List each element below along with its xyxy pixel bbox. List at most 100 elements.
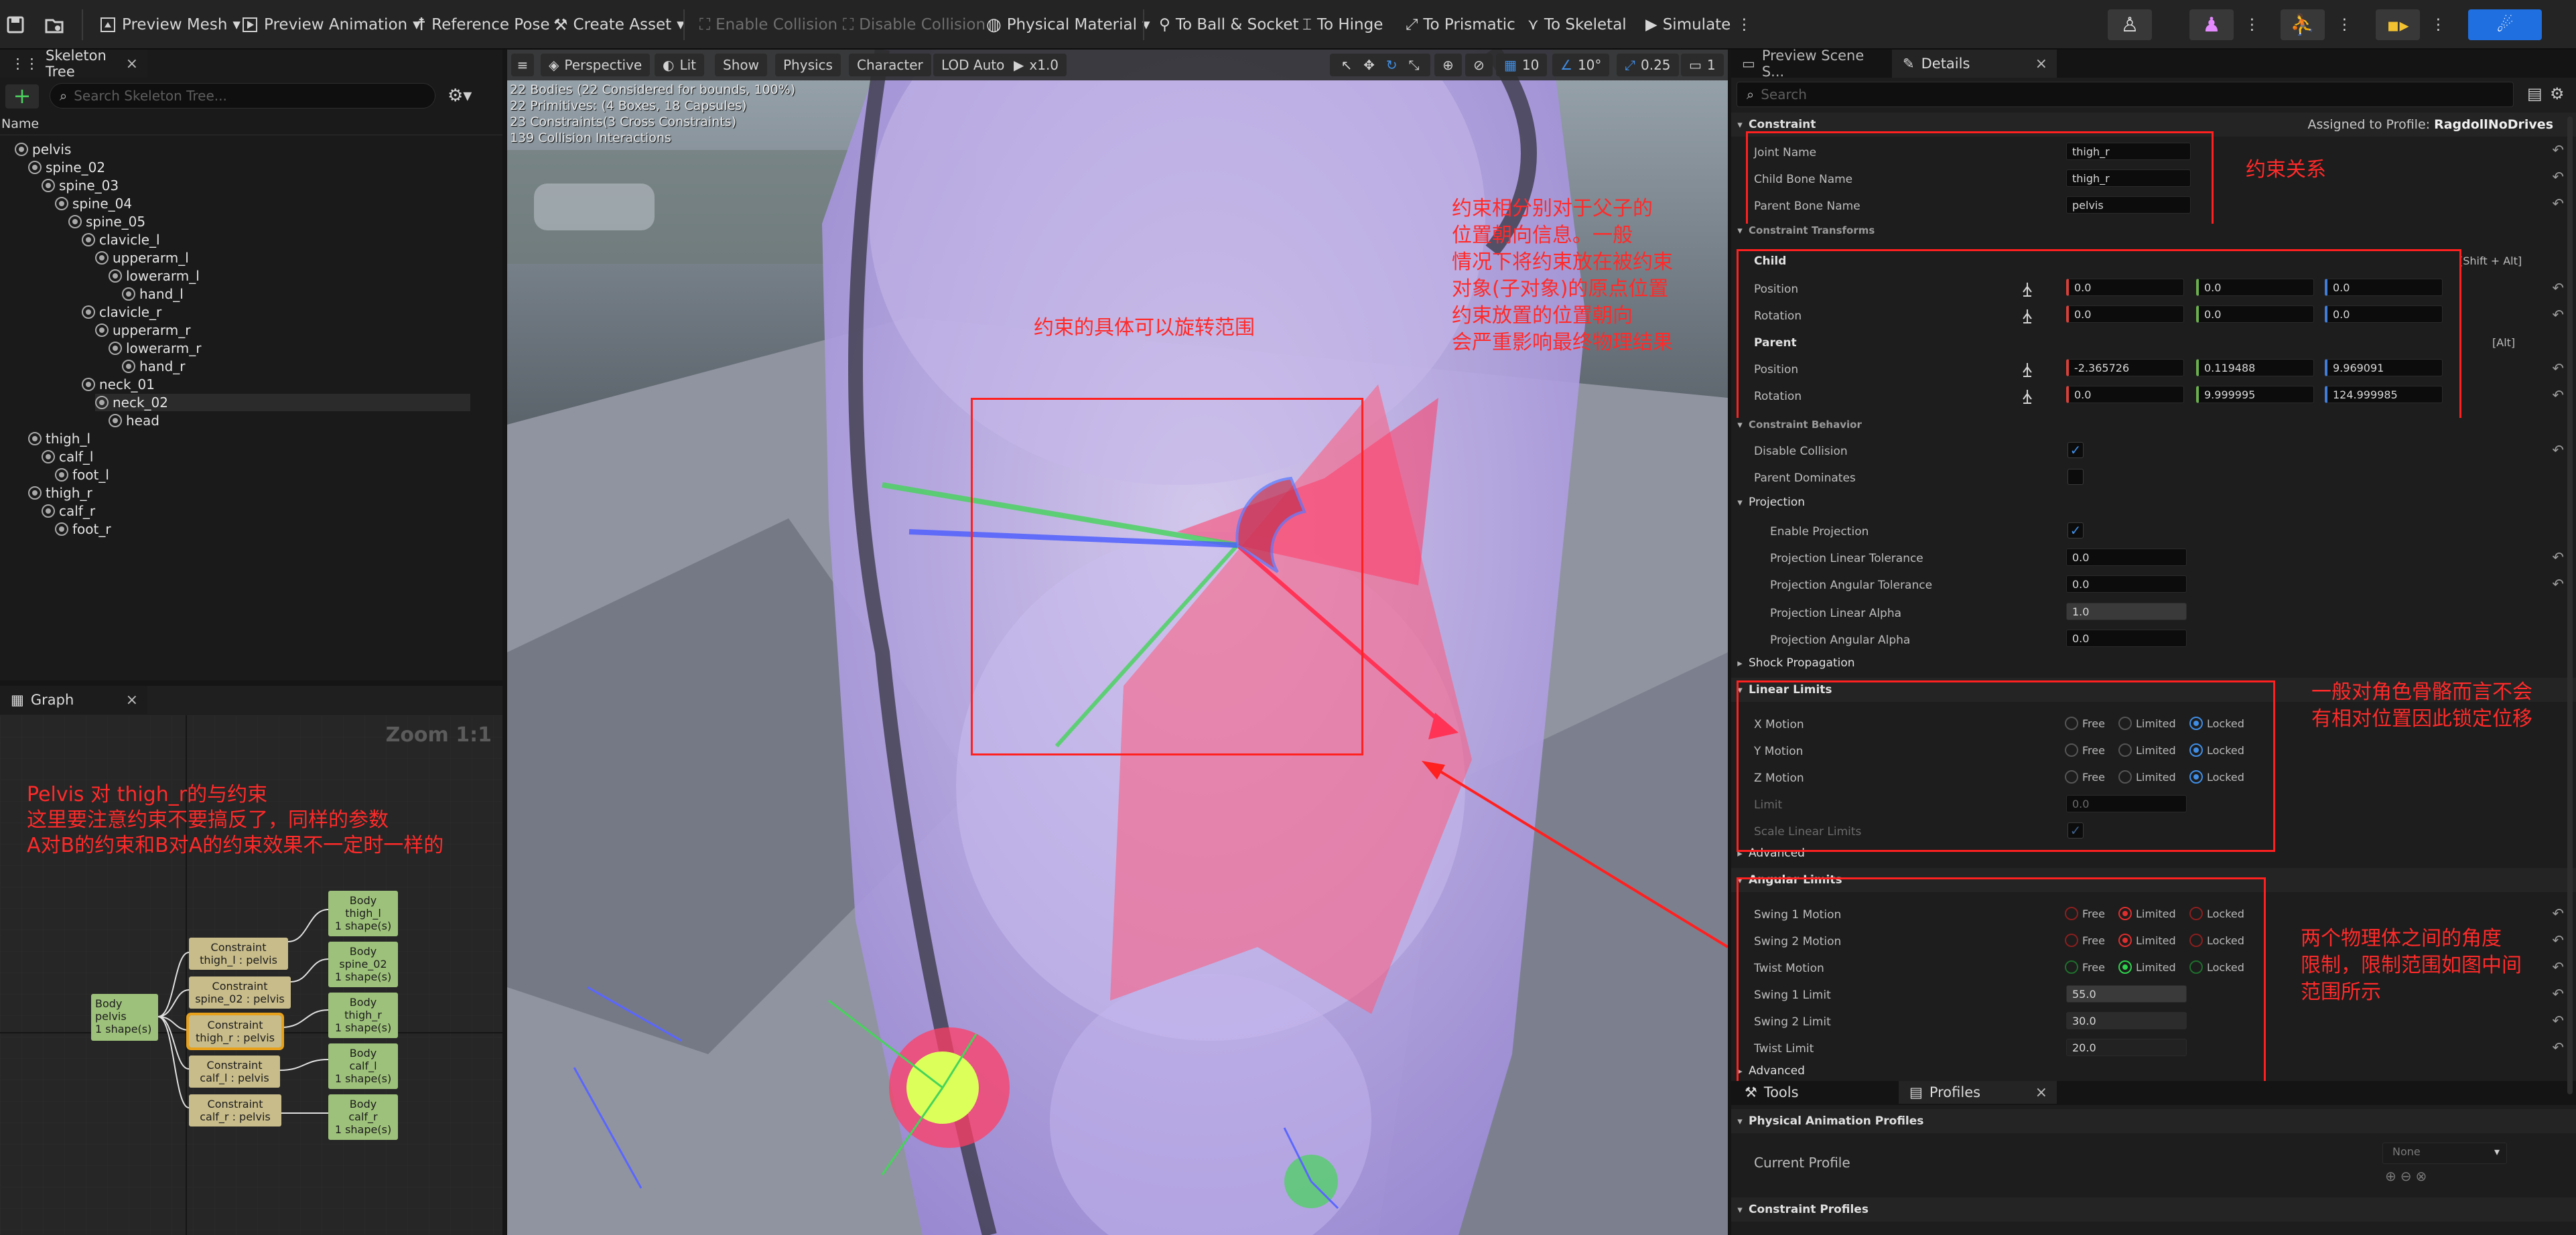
- profile-actions-icons[interactable]: ⊕⊖⊗: [2385, 1168, 2431, 1184]
- gear-icon[interactable]: ⚙▾: [448, 86, 472, 106]
- bone-row-calf-l[interactable]: calf_l: [42, 448, 93, 465]
- details-scrollbar[interactable]: [2567, 117, 2573, 1094]
- disable-collision-button[interactable]: ⛶ Disable Collision: [843, 8, 986, 42]
- bone-row-clavicle-r[interactable]: clavicle_r: [82, 303, 161, 321]
- search-skeleton-input[interactable]: ⌕ Search Skeleton Tree...: [50, 83, 435, 108]
- to-skeletal-button[interactable]: ⋎ To Skeletal: [1528, 8, 1627, 42]
- bone-row-pelvis[interactable]: pelvis: [15, 141, 71, 158]
- node-constraint-calf-l[interactable]: Constraint calf_l : pelvis: [189, 1056, 280, 1088]
- reset-icon[interactable]: ↶: [2552, 986, 2564, 1002]
- physical-material-button[interactable]: ◍ Physical Material ▾: [986, 8, 1150, 42]
- category-constraint-transforms[interactable]: ▾ Constraint Transforms: [1731, 224, 2576, 237]
- reset-icon[interactable]: ↶: [2552, 442, 2564, 458]
- node-body-pelvis[interactable]: Body pelvis 1 shape(s): [91, 994, 158, 1041]
- physics-button[interactable]: Physics: [775, 54, 841, 76]
- reset-icon[interactable]: ↶: [2552, 932, 2564, 948]
- disable-collision-checkbox[interactable]: ✓: [2067, 442, 2084, 458]
- preview-animation-button[interactable]: Preview Animation ▾: [241, 8, 421, 42]
- details-search-input[interactable]: ⌕ Search: [1737, 82, 2514, 107]
- add-button[interactable]: +: [5, 84, 39, 108]
- blueprint-mode-button[interactable]: ▪▸: [2376, 9, 2420, 40]
- preview-mesh-button[interactable]: Preview Mesh ▾: [99, 8, 241, 42]
- physics-mode-button[interactable]: ☄: [2468, 9, 2542, 40]
- close-icon[interactable]: ×: [2035, 1084, 2047, 1101]
- rotation-snap-button[interactable]: ∠ 10°: [1552, 54, 1610, 76]
- reset-icon[interactable]: ↶: [2552, 576, 2564, 592]
- skeleton-mode-button[interactable]: ♙: [2108, 9, 2152, 40]
- node-body-calf-r[interactable]: Body calf_r 1 shape(s): [328, 1094, 398, 1140]
- reference-pose-button[interactable]: ☨ Reference Pose: [417, 8, 550, 42]
- select-icon[interactable]: ↖: [1341, 57, 1352, 73]
- more-options-icon[interactable]: ⋮: [2337, 8, 2352, 42]
- category-shock-propagation[interactable]: ▸ Shock Propagation: [1731, 651, 2576, 675]
- bone-row-foot-r[interactable]: foot_r: [55, 520, 111, 538]
- bone-row-upperarm-l[interactable]: upperarm_l: [95, 249, 189, 267]
- graph-canvas[interactable]: Zoom 1:1 Pelvis 对 thigh_r的与约束 这里要注意约束不要搞…: [0, 715, 502, 1235]
- bone-row-clavicle-l[interactable]: clavicle_l: [82, 231, 160, 248]
- node-body-thigh-l[interactable]: Body thigh_l 1 shape(s): [328, 891, 398, 936]
- column-header-name[interactable]: Name: [0, 117, 502, 135]
- save-icon[interactable]: [5, 8, 25, 42]
- table-view-icon[interactable]: ▤: [2527, 84, 2543, 103]
- tab-tools[interactable]: ⚒ Tools: [1734, 1081, 1892, 1104]
- bone-row-upperarm-r[interactable]: upperarm_r: [95, 321, 190, 339]
- more-options-icon[interactable]: ⋮: [2431, 8, 2446, 42]
- bone-row-thigh-l[interactable]: thigh_l: [28, 430, 90, 447]
- node-constraint-thigh-r[interactable]: Constraint thigh_r : pelvis: [186, 1013, 284, 1050]
- reset-icon[interactable]: ↶: [2552, 1013, 2564, 1029]
- hamburger-icon[interactable]: ≡: [511, 54, 534, 76]
- close-icon[interactable]: ×: [126, 692, 138, 709]
- enable-collision-button[interactable]: ⛶ Enable Collision: [699, 8, 837, 42]
- reset-icon[interactable]: ↶: [2552, 1039, 2564, 1056]
- playback-speed-button[interactable]: ▶ x1.0: [1006, 54, 1067, 76]
- tab-details[interactable]: ✎ Details ×: [1892, 50, 2057, 78]
- perspective-button[interactable]: ◈ Perspective: [541, 54, 651, 76]
- reset-icon[interactable]: ↶: [2552, 959, 2564, 975]
- show-button[interactable]: Show: [715, 54, 767, 76]
- bone-row-thigh-r[interactable]: thigh_r: [28, 484, 92, 502]
- node-constraint-thigh-l[interactable]: Constraint thigh_l : pelvis: [189, 938, 288, 970]
- bone-row-foot-l[interactable]: foot_l: [55, 466, 109, 484]
- reset-icon[interactable]: ↶: [2552, 387, 2564, 403]
- reset-icon[interactable]: ↶: [2552, 360, 2564, 376]
- category-physical-animation-profiles[interactable]: ▾ Physical Animation Profiles: [1731, 1109, 2576, 1133]
- node-body-spine-02[interactable]: Body spine_02 1 shape(s): [328, 942, 398, 987]
- reset-icon[interactable]: ↶: [2552, 196, 2564, 212]
- bone-row-hand-l[interactable]: hand_l: [122, 285, 184, 303]
- close-icon[interactable]: ×: [126, 56, 138, 72]
- lod-button[interactable]: LOD Auto: [933, 54, 1013, 76]
- to-prismatic-button[interactable]: ⤢ To Prismatic: [1406, 8, 1515, 42]
- reset-icon[interactable]: ↶: [2552, 905, 2564, 922]
- category-projection[interactable]: ▾ Projection: [1731, 490, 2576, 514]
- animation-mode-button[interactable]: ⛹: [2281, 9, 2325, 40]
- mesh-mode-button[interactable]: ♟: [2189, 9, 2234, 40]
- gear-icon[interactable]: ⚙: [2550, 84, 2565, 103]
- viewport[interactable]: ≡ ◈ Perspective ◐ Lit Show Physics Chara…: [507, 50, 1728, 1235]
- simulate-button[interactable]: ▶ Simulate: [1645, 8, 1731, 42]
- parent-dominates-checkbox[interactable]: [2067, 469, 2084, 485]
- category-constraint-behavior[interactable]: ▾ Constraint Behavior: [1731, 418, 2576, 431]
- world-local-button[interactable]: ⊕: [1434, 54, 1462, 76]
- reset-icon[interactable]: ↶: [2552, 549, 2564, 565]
- create-asset-button[interactable]: ⚒ Create Asset ▾: [553, 8, 685, 42]
- bone-row-spine-05[interactable]: spine_05: [68, 213, 145, 230]
- browse-icon[interactable]: [44, 8, 64, 42]
- move-icon[interactable]: ✥: [1363, 57, 1375, 73]
- projection-angular-alpha-slider[interactable]: 0.0: [2066, 630, 2187, 647]
- lit-button[interactable]: ◐ Lit: [655, 54, 704, 76]
- to-hinge-button[interactable]: ⌶ To Hinge: [1302, 8, 1383, 42]
- transform-mode-group[interactable]: ↖ ✥ ↻ ⤡: [1330, 54, 1430, 76]
- more-options-icon[interactable]: ⋮: [1737, 8, 1752, 42]
- projection-angular-tolerance-field[interactable]: 0.0: [2066, 575, 2187, 593]
- current-profile-select[interactable]: None ▾: [2382, 1143, 2507, 1164]
- tab-skeleton-tree[interactable]: ⋮⋮ Skeleton Tree ×: [0, 48, 147, 80]
- tab-profiles[interactable]: ▤ Profiles ×: [1899, 1081, 2057, 1104]
- node-constraint-spine-02[interactable]: Constraint spine_02 : pelvis: [189, 976, 291, 1009]
- enable-projection-checkbox[interactable]: ✓: [2067, 522, 2084, 538]
- close-icon[interactable]: ×: [2035, 56, 2047, 72]
- more-options-icon[interactable]: ⋮: [2244, 8, 2260, 42]
- reset-icon[interactable]: ↶: [2552, 169, 2564, 185]
- reset-icon[interactable]: ↶: [2552, 142, 2564, 158]
- bone-row-hand-r[interactable]: hand_r: [122, 358, 186, 375]
- node-body-calf-l[interactable]: Body calf_l 1 shape(s): [328, 1043, 398, 1089]
